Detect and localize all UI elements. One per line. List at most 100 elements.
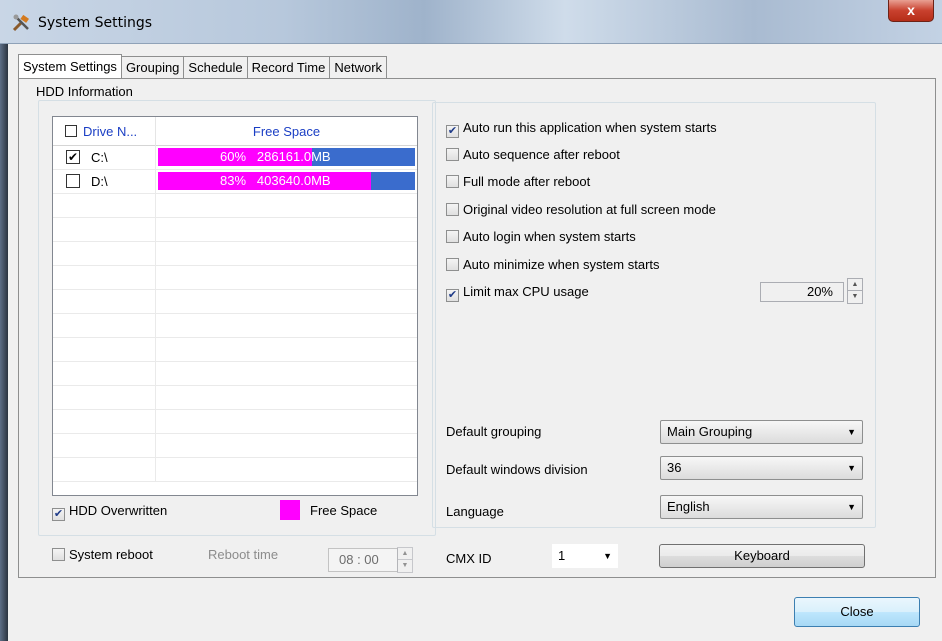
drive-column-label: Drive N...	[83, 124, 138, 139]
option-auto-run[interactable]: ✔ Auto run this application when system s…	[446, 120, 717, 138]
table-row[interactable]: ✔ C:\ 60% 286161.0MB	[53, 146, 417, 170]
empty-row	[53, 338, 417, 362]
system-reboot-label: System reboot	[69, 547, 153, 562]
auto-login-label: Auto login when system starts	[463, 229, 636, 244]
free-space-size: 403640.0MB	[256, 173, 331, 188]
empty-row	[53, 434, 417, 458]
cpu-limit-input[interactable]: 20%	[760, 282, 844, 302]
auto-minimize-label: Auto minimize when system starts	[463, 257, 660, 272]
limit-cpu-checkbox[interactable]: ✔	[446, 289, 459, 302]
reboot-time-input[interactable]: 08 : 00	[328, 548, 398, 572]
option-auto-minimize[interactable]: Auto minimize when system starts	[446, 257, 660, 272]
chevron-down-icon: ▼	[847, 502, 856, 512]
tab-network[interactable]: Network	[329, 56, 388, 78]
default-grouping-select[interactable]: Main Grouping ▼	[660, 420, 863, 444]
cmx-id-value: 1	[558, 548, 566, 563]
keyboard-button[interactable]: Keyboard	[659, 544, 865, 568]
empty-row	[53, 290, 417, 314]
option-limit-cpu[interactable]: ✔ Limit max CPU usage	[446, 284, 589, 302]
original-resolution-label: Original video resolution at full screen…	[463, 202, 716, 217]
tab-record-time[interactable]: Record Time	[246, 56, 331, 78]
empty-row	[53, 218, 417, 242]
hdd-overwritten-checkbox[interactable]: ✔	[52, 508, 65, 521]
reboot-time-spinner[interactable]: ▲ ▼	[397, 547, 413, 573]
spin-up-icon[interactable]: ▲	[398, 548, 412, 560]
chevron-down-icon: ▼	[603, 551, 612, 561]
option-auto-login[interactable]: Auto login when system starts	[446, 229, 636, 244]
tab-system-settings[interactable]: System Settings	[18, 54, 122, 78]
chevron-down-icon: ▼	[847, 463, 856, 473]
default-grouping-label: Default grouping	[446, 424, 542, 439]
limit-cpu-label: Limit max CPU usage	[463, 284, 589, 299]
full-mode-checkbox[interactable]	[446, 175, 459, 188]
empty-row	[53, 386, 417, 410]
auto-minimize-checkbox[interactable]	[446, 258, 459, 271]
spin-down-icon[interactable]: ▼	[398, 560, 412, 572]
tab-schedule[interactable]: Schedule	[183, 56, 248, 78]
auto-login-checkbox[interactable]	[446, 230, 459, 243]
default-division-value: 36	[667, 460, 682, 475]
empty-row	[53, 362, 417, 386]
table-row[interactable]: D:\ 83% 403640.0MB	[53, 170, 417, 194]
window-frame-left	[0, 44, 8, 641]
language-label: Language	[446, 504, 504, 519]
free-space-percent: 60%	[220, 149, 247, 164]
drive-checkbox[interactable]	[66, 174, 80, 188]
language-select[interactable]: English ▼	[660, 495, 863, 519]
dialog-client: System Settings Grouping Schedule Record…	[8, 44, 942, 641]
hdd-list[interactable]: Drive N... Free Space ✔ C:\ 60% 286161.0…	[52, 116, 418, 496]
auto-sequence-checkbox[interactable]	[446, 148, 459, 161]
original-resolution-checkbox[interactable]	[446, 203, 459, 216]
select-all-checkbox[interactable]	[65, 125, 77, 137]
option-original-resolution[interactable]: Original video resolution at full screen…	[446, 202, 716, 217]
drive-checkbox[interactable]: ✔	[66, 150, 80, 164]
free-space-bar: 83% 403640.0MB	[158, 172, 415, 190]
title-bar[interactable]: System Settings x	[0, 0, 942, 44]
tools-icon	[12, 14, 29, 32]
auto-run-checkbox[interactable]: ✔	[446, 125, 459, 138]
tab-grouping[interactable]: Grouping	[120, 56, 185, 78]
drive-cell: ✔ C:\	[53, 146, 156, 169]
drive-column-header[interactable]: Drive N...	[53, 117, 156, 146]
full-mode-label: Full mode after reboot	[463, 174, 591, 189]
default-division-select[interactable]: 36 ▼	[660, 456, 863, 480]
chevron-down-icon: ▼	[847, 427, 856, 437]
free-space-size: 286161.0MB	[256, 149, 331, 164]
empty-row	[53, 266, 417, 290]
spin-down-icon[interactable]: ▼	[848, 291, 862, 303]
drive-name: D:\	[91, 174, 108, 189]
option-full-mode[interactable]: Full mode after reboot	[446, 174, 590, 189]
spin-up-icon[interactable]: ▲	[848, 279, 862, 291]
system-reboot-checkbox[interactable]	[52, 548, 65, 561]
hdd-overwritten-option[interactable]: ✔ HDD Overwritten	[52, 503, 167, 521]
close-button[interactable]: Close	[794, 597, 920, 627]
drive-name: C:\	[91, 150, 108, 165]
default-division-label: Default windows division	[446, 462, 588, 477]
default-grouping-value: Main Grouping	[667, 424, 753, 439]
window-title: System Settings	[38, 15, 153, 31]
cpu-limit-spinner[interactable]: ▲ ▼	[847, 278, 863, 304]
free-space-percent: 83%	[220, 173, 247, 188]
free-space-bar: 60% 286161.0MB	[158, 148, 415, 166]
hdd-list-header: Drive N... Free Space	[53, 117, 417, 146]
empty-row	[53, 194, 417, 218]
tab-strip: System Settings Grouping Schedule Record…	[18, 54, 388, 78]
option-auto-sequence[interactable]: Auto sequence after reboot	[446, 147, 620, 162]
auto-sequence-label: Auto sequence after reboot	[463, 147, 620, 162]
cmx-id-label: CMX ID	[446, 551, 492, 566]
hdd-overwritten-label: HDD Overwritten	[69, 503, 168, 518]
empty-row	[53, 242, 417, 266]
reboot-time-label: Reboot time	[208, 547, 279, 562]
empty-row	[53, 410, 417, 434]
free-space-column-header[interactable]: Free Space	[156, 117, 417, 146]
free-space-legend-swatch	[280, 500, 300, 520]
free-space-legend-label: Free Space	[310, 503, 378, 518]
empty-row	[53, 458, 417, 482]
system-reboot-option[interactable]: System reboot	[52, 547, 153, 562]
cmx-id-select[interactable]: 1 ▼	[552, 544, 618, 568]
window-close-button[interactable]: x	[888, 0, 934, 22]
empty-row	[53, 314, 417, 338]
hdd-group-title: HDD Information	[34, 84, 135, 99]
language-value: English	[667, 499, 710, 514]
drive-cell: D:\	[53, 170, 156, 193]
